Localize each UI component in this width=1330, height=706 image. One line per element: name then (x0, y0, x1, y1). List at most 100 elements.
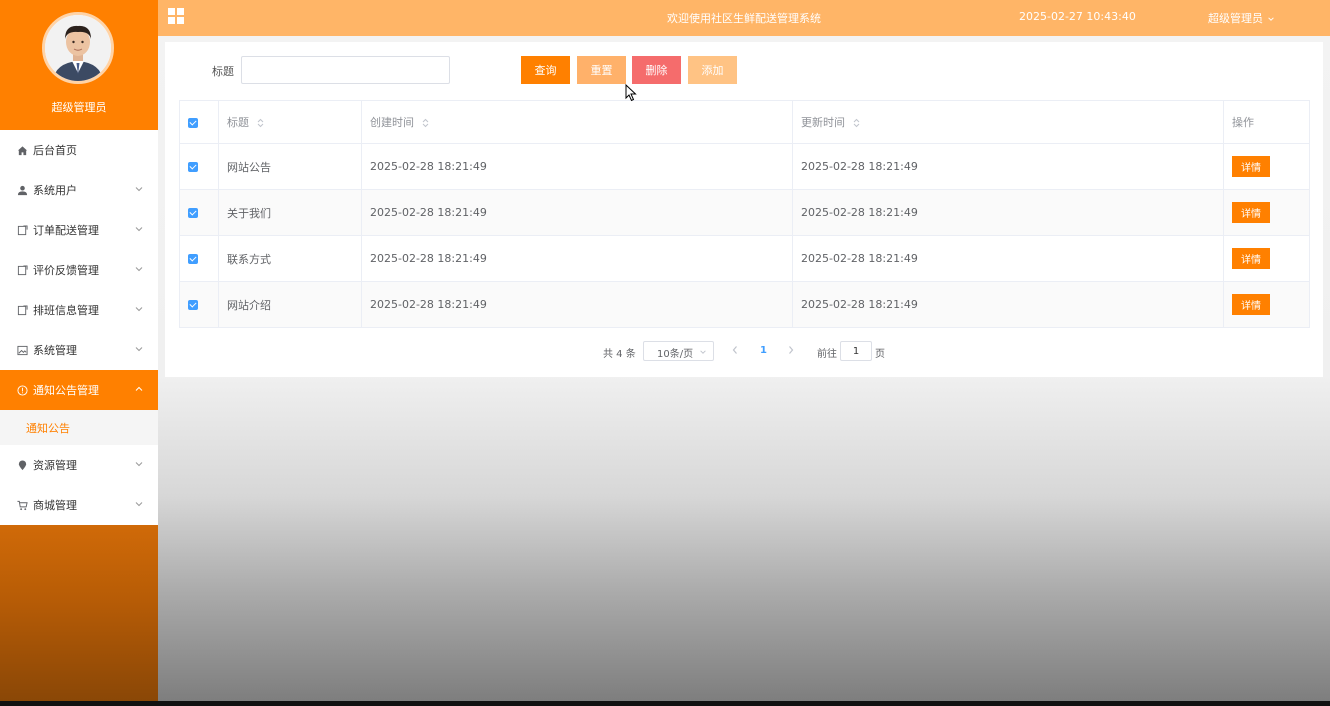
goto-label: 前往 (817, 349, 837, 360)
sidebar-item-notice-manage[interactable]: 通知公告管理 (0, 370, 158, 410)
detail-button[interactable]: 详情 (1232, 156, 1270, 177)
doc-icon (16, 304, 28, 316)
header-title[interactable]: 标题 (218, 100, 362, 144)
cell-created: 2025-02-28 18:21:49 (361, 189, 793, 236)
header-action: 操作 (1223, 100, 1310, 144)
cell-updated: 2025-02-28 18:21:49 (792, 235, 1224, 282)
sidebar-item-home[interactable]: 后台首页 (0, 130, 158, 170)
sidebar-item-label: 通知公告管理 (33, 384, 99, 397)
cell-title: 网站公告 (218, 143, 362, 190)
header-select-all[interactable] (179, 100, 219, 144)
prev-page-icon[interactable] (731, 344, 739, 356)
chevron-down-icon (1267, 17, 1274, 21)
cell-title: 联系方式 (218, 235, 362, 282)
chevron-up-icon (135, 386, 143, 391)
table-row: 联系方式 2025-02-28 18:21:49 2025-02-28 18:2… (179, 235, 1310, 282)
chevron-down-icon (135, 462, 143, 467)
home-icon (16, 144, 28, 156)
avatar[interactable] (42, 12, 114, 84)
sidebar-item-schedule[interactable]: 排班信息管理 (0, 290, 158, 330)
picture-icon (16, 344, 28, 356)
sidebar-item-order-delivery[interactable]: 订单配送管理 (0, 210, 158, 250)
cell-updated: 2025-02-28 18:21:49 (792, 281, 1224, 328)
chevron-down-icon (135, 227, 143, 232)
page-suffix: 页 (875, 349, 885, 360)
notice-table: 标题 创建时间 更新时间 操作 网站公告 2025-02-28 18:21:49 (179, 100, 1310, 328)
bottom-edge (0, 701, 1330, 706)
sidebar-item-mall[interactable]: 商城管理 (0, 485, 158, 525)
row-checkbox[interactable] (188, 208, 198, 218)
detail-button[interactable]: 详情 (1232, 294, 1270, 315)
topbar: 欢迎使用社区生鲜配送管理系统 2025-02-27 10:43:40 超级管理员 (158, 0, 1330, 36)
sort-icon[interactable] (853, 118, 860, 128)
profile-panel: 超级管理员 (0, 0, 158, 130)
sort-icon[interactable] (257, 118, 264, 128)
cell-created: 2025-02-28 18:21:49 (361, 281, 793, 328)
sidebar-subitem-label: 通知公告 (26, 421, 70, 435)
sidebar-item-label: 评价反馈管理 (33, 264, 99, 277)
user-menu[interactable]: 超级管理员 (1208, 10, 1275, 26)
table-row: 网站介绍 2025-02-28 18:21:49 2025-02-28 18:2… (179, 281, 1310, 328)
sidebar-item-label: 后台首页 (33, 144, 77, 157)
sidebar-menu: 后台首页 系统用户 订单配送管理 评价反馈管理 排班信息管理 系统管理 通知公告… (0, 130, 158, 525)
reset-button[interactable]: 重置 (577, 56, 626, 84)
user-name: 超级管理员 (1208, 12, 1263, 25)
location-icon (16, 459, 28, 471)
goto-page-input[interactable] (840, 341, 872, 361)
row-checkbox[interactable] (188, 162, 198, 172)
cell-created: 2025-02-28 18:21:49 (361, 143, 793, 190)
pagination-total: 共 4 条 (603, 349, 636, 360)
title-search-input[interactable] (241, 56, 450, 84)
query-button[interactable]: 查询 (521, 56, 570, 84)
sidebar-item-system-manage[interactable]: 系统管理 (0, 330, 158, 370)
current-datetime: 2025-02-27 10:43:40 (1019, 10, 1136, 23)
system-title: 欢迎使用社区生鲜配送管理系统 (667, 12, 821, 25)
sidebar-item-label: 排班信息管理 (33, 304, 99, 317)
table-row: 关于我们 2025-02-28 18:21:49 2025-02-28 18:2… (179, 189, 1310, 236)
sidebar-subitem-notice[interactable]: 通知公告 (0, 410, 158, 445)
sidebar-item-label: 系统管理 (33, 344, 77, 357)
detail-button[interactable]: 详情 (1232, 248, 1270, 269)
page-size-select[interactable]: 10条/页 (643, 341, 714, 361)
detail-button[interactable]: 详情 (1232, 202, 1270, 223)
pagination: 共 4 条 10条/页 1 前往 页 (165, 341, 1323, 361)
cell-title: 关于我们 (218, 189, 362, 236)
table-header-row: 标题 创建时间 更新时间 操作 (179, 100, 1310, 144)
chevron-down-icon (135, 502, 143, 507)
info-icon (16, 384, 28, 396)
sidebar-item-label: 系统用户 (33, 184, 77, 197)
cell-updated: 2025-02-28 18:21:49 (792, 143, 1224, 190)
chevron-down-icon (135, 187, 143, 192)
chevron-down-icon (135, 307, 143, 312)
cell-title: 网站介绍 (218, 281, 362, 328)
notice-list-card: 标题 查询 重置 删除 添加 标题 创建时间 更新时间 操作 网站公告 2025… (165, 42, 1323, 377)
add-button[interactable]: 添加 (688, 56, 737, 84)
chevron-down-icon (135, 267, 143, 272)
sidebar: 超级管理员 后台首页 系统用户 订单配送管理 评价反馈管理 排班信息管理 系统管… (0, 0, 158, 701)
row-checkbox[interactable] (188, 254, 198, 264)
header-updated-time[interactable]: 更新时间 (792, 100, 1224, 144)
sidebar-item-label: 资源管理 (33, 459, 77, 472)
sidebar-item-label: 商城管理 (33, 499, 77, 512)
sidebar-item-label: 订单配送管理 (33, 224, 99, 237)
cell-updated: 2025-02-28 18:21:49 (792, 189, 1224, 236)
doc-icon (16, 264, 28, 276)
sidebar-item-resource[interactable]: 资源管理 (0, 445, 158, 485)
user-icon (16, 184, 28, 196)
mouse-cursor-icon (625, 84, 637, 102)
header-created-time[interactable]: 创建时间 (361, 100, 793, 144)
cell-created: 2025-02-28 18:21:49 (361, 235, 793, 282)
page-number-current[interactable]: 1 (760, 345, 767, 356)
cart-icon (16, 499, 28, 511)
sidebar-item-system-users[interactable]: 系统用户 (0, 170, 158, 210)
select-all-checkbox[interactable] (188, 117, 198, 128)
next-page-icon[interactable] (787, 344, 795, 356)
doc-icon (16, 224, 28, 236)
profile-name: 超级管理员 (51, 101, 107, 114)
chevron-down-icon (700, 350, 706, 354)
sort-icon[interactable] (422, 118, 429, 128)
sidebar-item-feedback[interactable]: 评价反馈管理 (0, 250, 158, 290)
delete-button[interactable]: 删除 (632, 56, 681, 84)
search-label: 标题 (212, 65, 234, 78)
row-checkbox[interactable] (188, 300, 198, 310)
